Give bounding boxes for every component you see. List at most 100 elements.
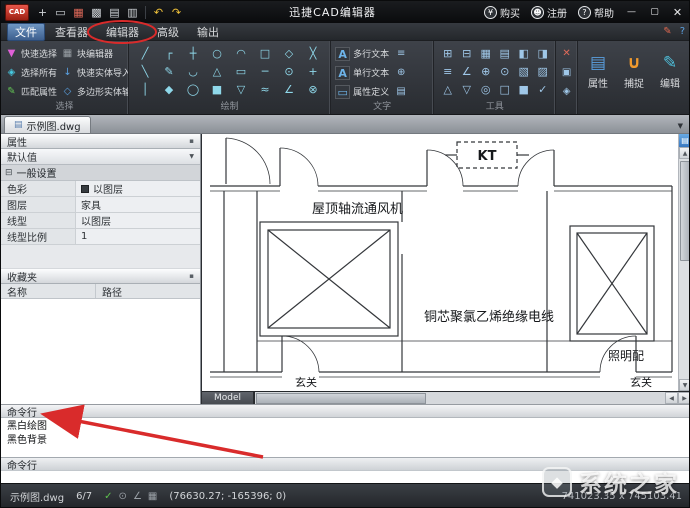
menu-tab-viewer[interactable]: 查看器	[47, 23, 96, 41]
block-editor-button[interactable]: ▦块编辑器	[61, 45, 128, 62]
draw-tool-icon[interactable]: ╲	[133, 62, 157, 80]
tool-icon[interactable]: ▨	[533, 62, 552, 80]
edit-button[interactable]: ✎编辑	[652, 43, 688, 101]
vertical-scroll-thumb[interactable]	[680, 161, 690, 261]
buy-button[interactable]: ¥购买	[480, 5, 524, 20]
text-tool-icon[interactable]: ⊕	[397, 67, 405, 78]
tool-icon[interactable]: ▤	[495, 44, 514, 62]
tool-icon[interactable]: ⊞	[438, 44, 457, 62]
tool-icon[interactable]: ▽	[457, 80, 476, 98]
tool-icon[interactable]: ◎	[476, 80, 495, 98]
open-file-icon[interactable]: ▭	[52, 3, 69, 21]
menubar-icon[interactable]: ✎	[663, 26, 671, 37]
draw-tool-icon[interactable]: ┼	[181, 44, 205, 62]
print-icon[interactable]: ▤	[106, 3, 123, 21]
text-tool-icon[interactable]: ≡	[397, 48, 405, 59]
tool-icon[interactable]: ≡	[438, 62, 457, 80]
extra-tool-icon[interactable]: ✕	[562, 48, 570, 59]
status-icon[interactable]: ⊙	[119, 491, 127, 502]
draw-tool-icon[interactable]: □	[253, 44, 277, 62]
draw-tool-icon[interactable]: ┌	[157, 44, 181, 62]
status-icon[interactable]: ∠	[133, 491, 142, 502]
draw-tool-icon[interactable]: ≈	[253, 80, 277, 98]
text-tool-icon[interactable]: ▤	[396, 86, 405, 97]
favorites-list[interactable]	[1, 299, 200, 404]
scroll-right-icon[interactable]: ▶	[678, 392, 690, 404]
polygon-entity-input-button[interactable]: ◇多边形实体输入	[61, 83, 128, 100]
horizontal-scroll-thumb[interactable]	[256, 393, 426, 404]
draw-tool-icon[interactable]: ▽	[229, 80, 253, 98]
print-preview-icon[interactable]: ▥	[124, 3, 141, 21]
quick-entity-import-button[interactable]: ↓快速实体导入	[61, 64, 128, 81]
tool-icon[interactable]: ▧	[514, 62, 533, 80]
save-as-icon[interactable]: ▩	[88, 3, 105, 21]
command-input[interactable]	[1, 470, 690, 483]
property-value[interactable]: 以图层	[76, 181, 200, 196]
draw-tool-icon[interactable]: ■	[205, 80, 229, 98]
property-value[interactable]: 以图层	[76, 213, 200, 228]
command-panel-header[interactable]: 命令行	[1, 404, 690, 418]
help-button[interactable]: ?帮助	[574, 5, 618, 20]
scroll-up-icon[interactable]: ▲	[679, 147, 690, 159]
favorites-name-column[interactable]: 名称	[1, 284, 96, 298]
layout-button[interactable]: ▤	[679, 134, 690, 147]
multiline-text-button[interactable]: A多行文本	[335, 45, 389, 62]
vertical-scrollbar[interactable]: ▤ ▲ ▼	[678, 134, 690, 391]
property-value[interactable]: 家具	[76, 197, 200, 212]
menu-tab-editor[interactable]: 编辑器	[98, 23, 147, 41]
draw-tool-icon[interactable]: ◆	[157, 80, 181, 98]
draw-tool-icon[interactable]: ◡	[181, 62, 205, 80]
draw-tool-icon[interactable]: △	[205, 62, 229, 80]
status-icon[interactable]: ▦	[148, 491, 157, 502]
tool-icon[interactable]: ■	[514, 80, 533, 98]
section-general-settings[interactable]: ⊟一般设置	[1, 165, 200, 181]
tool-icon[interactable]: ◨	[533, 44, 552, 62]
draw-tool-icon[interactable]: ◯	[181, 80, 205, 98]
property-value[interactable]: 1	[76, 229, 200, 244]
draw-tool-icon[interactable]: ○	[205, 44, 229, 62]
new-file-icon[interactable]: +	[34, 3, 51, 21]
close-button[interactable]: ✕	[668, 4, 687, 20]
draw-tool-icon[interactable]: ─	[253, 62, 277, 80]
draw-tool-icon[interactable]: ╱	[133, 44, 157, 62]
tool-icon[interactable]: □	[495, 80, 514, 98]
properties-panel-button[interactable]: ▤属性	[580, 43, 616, 101]
menubar-icon[interactable]: ?	[680, 26, 685, 37]
redo-icon[interactable]: ↷	[168, 3, 185, 21]
menu-tab-advanced[interactable]: 高级	[149, 23, 187, 41]
scroll-left-icon[interactable]: ◀	[665, 392, 678, 404]
scroll-down-icon[interactable]: ▼	[679, 379, 690, 391]
tool-icon[interactable]: ◧	[514, 44, 533, 62]
attribute-define-button[interactable]: ▭属性定义	[335, 83, 389, 100]
draw-tool-icon[interactable]: │	[133, 80, 157, 98]
preset-dropdown[interactable]: 默认值▼	[1, 149, 200, 165]
minimize-button[interactable]: —	[622, 4, 641, 20]
draw-tool-icon[interactable]: ╳	[301, 44, 325, 62]
tab-list-dropdown-icon[interactable]: ▼	[673, 122, 688, 133]
draw-tool-icon[interactable]: ⊙	[277, 62, 301, 80]
pin-icon[interactable]: ▪	[189, 137, 194, 145]
pin-icon[interactable]: ▪	[189, 272, 194, 280]
tool-icon[interactable]: ✓	[533, 80, 552, 98]
register-button[interactable]: ☻注册	[527, 5, 571, 20]
menu-tab-output[interactable]: 输出	[189, 23, 227, 41]
tool-icon[interactable]: ⊙	[495, 62, 514, 80]
extra-tool-icon[interactable]: ◈	[563, 86, 571, 97]
horizontal-scrollbar[interactable]: ◀ ▶	[254, 392, 690, 405]
tool-icon[interactable]: ∠	[457, 62, 476, 80]
maximize-button[interactable]: ▢	[645, 4, 664, 20]
drawing-canvas[interactable]: KT 屋顶轴流通风机 铜芯聚氯乙烯绝缘电线 照明配 玄关 玄关	[202, 134, 678, 391]
draw-tool-icon[interactable]: ◠	[229, 44, 253, 62]
tool-icon[interactable]: ⊕	[476, 62, 495, 80]
quick-select-button[interactable]: ▼快速选择	[5, 45, 57, 62]
match-properties-button[interactable]: ✎匹配属性	[5, 83, 57, 100]
drawing-area[interactable]: KT 屋顶轴流通风机 铜芯聚氯乙烯绝缘电线 照明配 玄关 玄关 ▤ ▲ ▼	[202, 134, 690, 391]
select-all-button[interactable]: ◈选择所有	[5, 64, 57, 81]
tool-icon[interactable]: ▦	[476, 44, 495, 62]
document-tab[interactable]: ▤示例图.dwg	[4, 116, 91, 133]
status-icon[interactable]: ✓	[104, 491, 112, 502]
draw-tool-icon[interactable]: ∠	[277, 80, 301, 98]
menu-tab-file[interactable]: 文件	[7, 23, 45, 41]
model-tab[interactable]: Model	[202, 392, 254, 405]
draw-tool-icon[interactable]: +	[301, 62, 325, 80]
